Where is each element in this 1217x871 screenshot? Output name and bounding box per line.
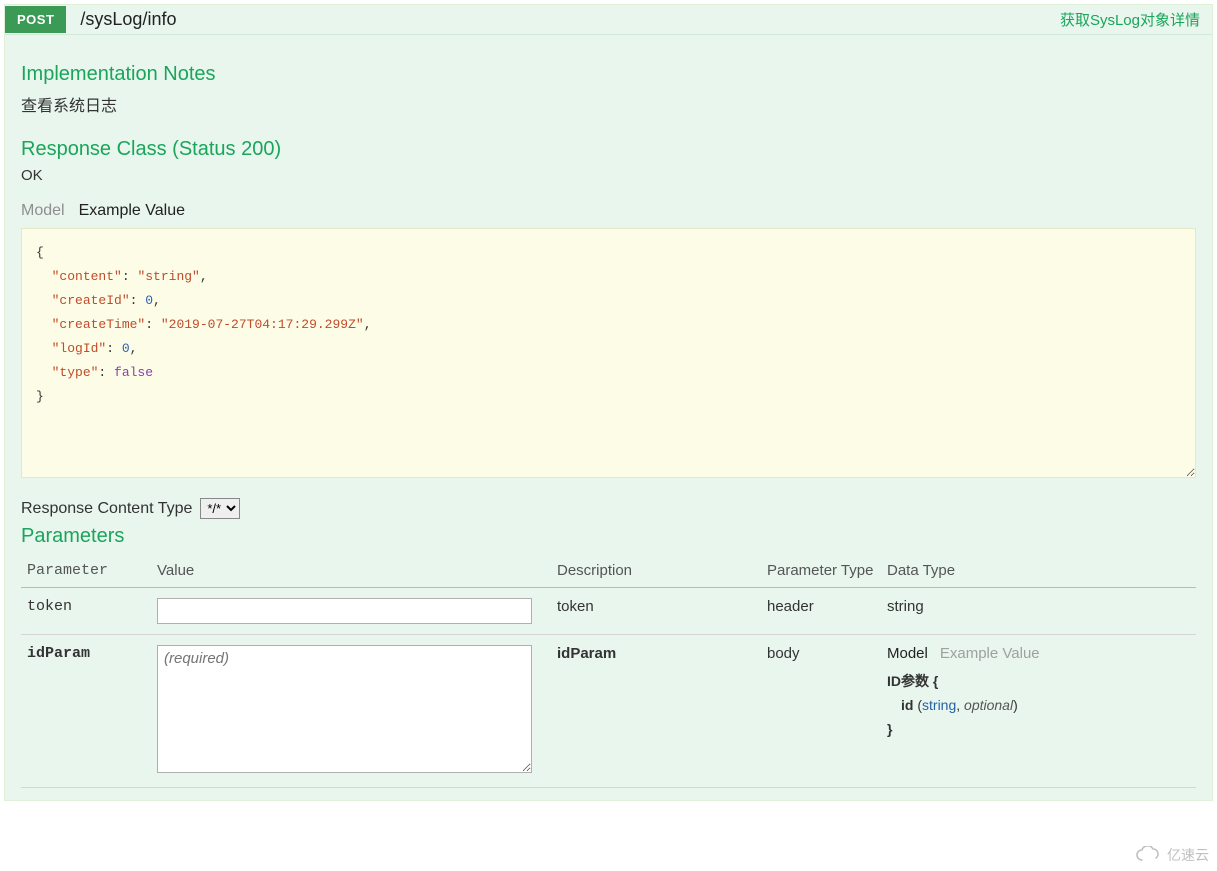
operation-panel: POST /sysLog/info 获取SysLog对象详情 Implement… — [4, 4, 1213, 801]
response-content-type-select[interactable]: */* — [200, 498, 240, 519]
col-parameter-type: Parameter Type — [761, 554, 881, 588]
operation-header[interactable]: POST /sysLog/info 获取SysLog对象详情 — [5, 5, 1212, 35]
tab-model[interactable]: Model — [21, 202, 65, 220]
param-data-type: string — [881, 588, 1196, 635]
table-row: idParam idParam body Model Example Value… — [21, 635, 1196, 788]
param-idparam-textarea[interactable] — [157, 645, 532, 773]
parameters-table: Parameter Value Description Parameter Ty… — [21, 554, 1196, 788]
param-description: token — [551, 588, 761, 635]
dtype-tab-example[interactable]: Example Value — [940, 645, 1040, 662]
watermark: 亿速云 — [1135, 845, 1209, 865]
col-value: Value — [151, 554, 551, 588]
data-type-tabs: Model Example Value — [887, 645, 1190, 662]
col-parameter: Parameter — [21, 554, 151, 588]
tab-example-value[interactable]: Example Value — [79, 202, 185, 220]
impl-notes-text: 查看系统日志 — [21, 92, 1196, 116]
response-content-type-label: Response Content Type — [21, 500, 192, 518]
cloud-icon — [1135, 846, 1163, 864]
response-tabs: Model Example Value — [21, 202, 1196, 220]
parameters-header-row: Parameter Value Description Parameter Ty… — [21, 554, 1196, 588]
col-description: Description — [551, 554, 761, 588]
operation-body: Implementation Notes 查看系统日志 Response Cla… — [5, 35, 1212, 800]
dtype-tab-model[interactable]: Model — [887, 645, 928, 662]
param-data-type-cell: Model Example Value ID参数 { id (string, o… — [881, 635, 1196, 788]
response-content-type-row: Response Content Type */* — [21, 498, 1196, 519]
response-class-title: Response Class (Status 200) — [21, 138, 1196, 161]
param-name: idParam — [21, 635, 151, 788]
method-badge: POST — [5, 6, 66, 33]
endpoint-summary[interactable]: 获取SysLog对象详情 — [1048, 5, 1212, 34]
example-json-box[interactable]: { "content": "string", "createId": 0, "c… — [21, 228, 1196, 478]
param-name: token — [21, 588, 151, 635]
param-type: header — [761, 588, 881, 635]
param-value-cell — [151, 635, 551, 788]
param-token-input[interactable] — [157, 598, 532, 624]
col-data-type: Data Type — [881, 554, 1196, 588]
data-type-model: ID参数 { id (string, optional) } — [887, 670, 1190, 741]
endpoint-path: /sysLog/info — [66, 5, 1048, 34]
param-type: body — [761, 635, 881, 788]
response-status-text: OK — [21, 167, 1196, 184]
param-description: idParam — [551, 635, 761, 788]
param-value-cell — [151, 588, 551, 635]
parameters-title: Parameters — [21, 525, 1196, 548]
table-row: token token header string — [21, 588, 1196, 635]
impl-notes-title: Implementation Notes — [21, 63, 1196, 86]
